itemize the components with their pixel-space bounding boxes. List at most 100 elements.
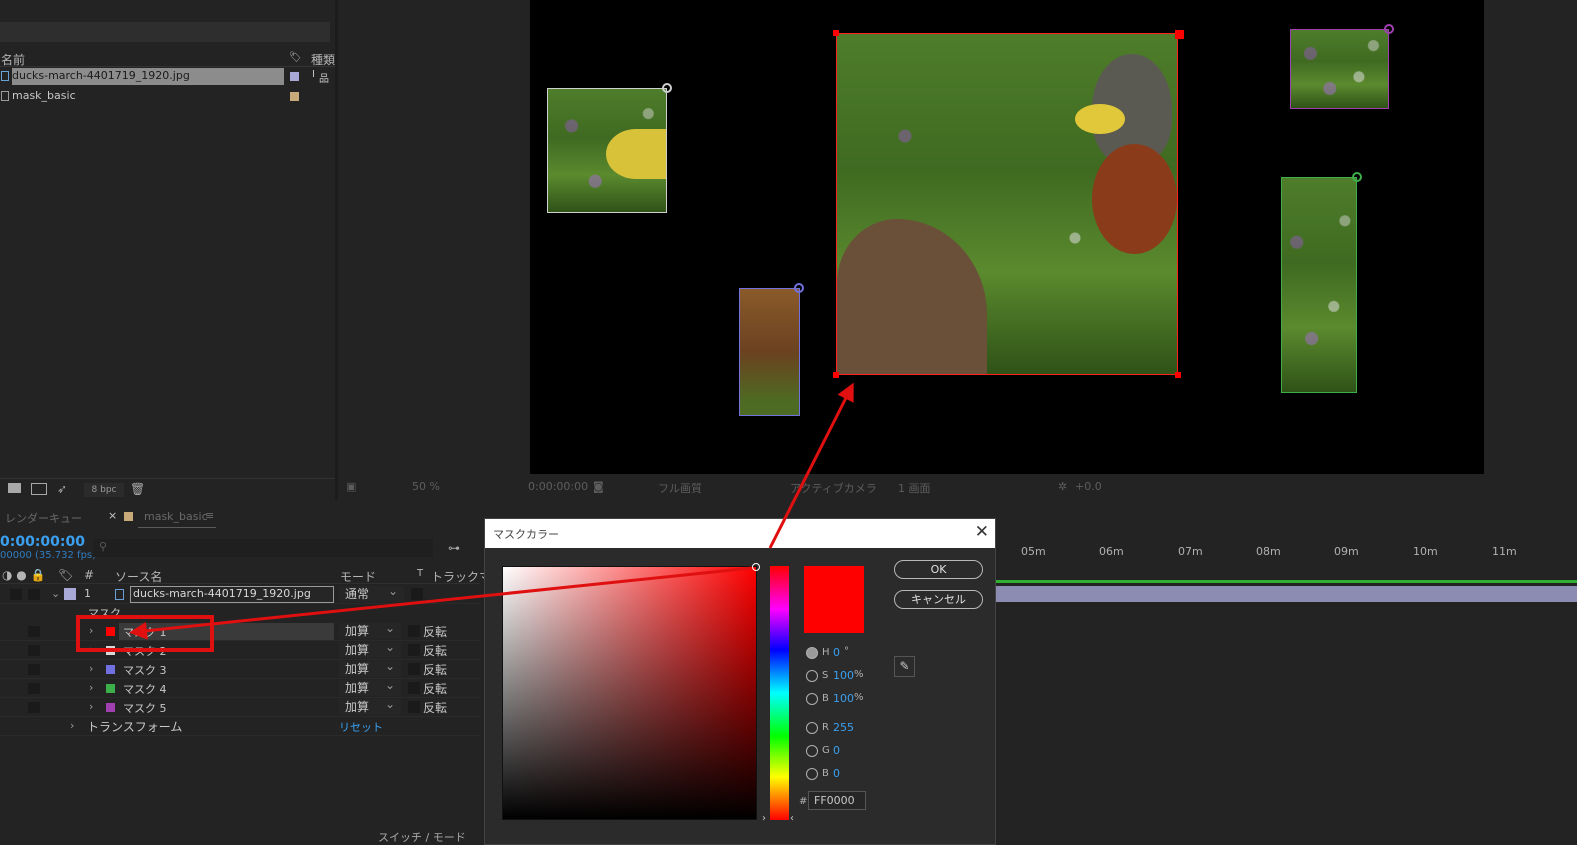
green-radio[interactable] <box>806 745 818 757</box>
new-folder-icon[interactable] <box>8 483 21 493</box>
mask-color-swatch[interactable] <box>106 684 115 693</box>
blue-value[interactable]: 0 <box>833 767 840 780</box>
hue-slider[interactable] <box>770 566 789 820</box>
tab-render-queue[interactable]: レンダーキュー <box>5 510 82 526</box>
video-switch[interactable] <box>10 589 22 600</box>
mask-vertex[interactable] <box>662 83 672 93</box>
timeline-search-field[interactable]: ⚲ <box>93 539 433 557</box>
eyedropper-icon[interactable]: ✎ <box>894 656 915 677</box>
saturation-brightness-field[interactable] <box>502 563 760 820</box>
mask-vertex[interactable] <box>833 30 839 36</box>
mask-lock-switch[interactable] <box>28 626 40 637</box>
green-field[interactable]: G 0 <box>806 743 896 759</box>
name-column-header[interactable]: 名前 <box>1 51 25 68</box>
mask-lock-switch[interactable] <box>28 664 40 675</box>
mask-row-2[interactable]: › マスク 2 加算 反転 <box>0 639 480 660</box>
trash-icon[interactable]: 🗑 <box>130 482 145 496</box>
invert-checkbox[interactable] <box>408 644 420 656</box>
track-matte-checkbox[interactable] <box>411 588 423 600</box>
bit-depth-button[interactable]: 8 bpc <box>84 483 124 497</box>
mask-vertex[interactable] <box>1384 24 1394 34</box>
expand-icon[interactable]: › <box>89 681 93 694</box>
snapshot-icon[interactable]: ◙ <box>593 480 604 493</box>
saturation-radio[interactable] <box>806 670 818 682</box>
invert-checkbox[interactable] <box>408 625 420 637</box>
flowchart-icon[interactable]: ➶ <box>57 482 67 496</box>
ok-button[interactable]: OK <box>894 560 983 579</box>
view-layout-select[interactable]: 1 画面 <box>898 480 931 496</box>
hue-field[interactable]: H 0 ° <box>806 645 896 661</box>
cancel-button[interactable]: キャンセル <box>894 590 983 609</box>
hue-slider-left-handle[interactable]: › <box>762 813 766 824</box>
mask-mode-select[interactable]: 加算 <box>339 639 401 658</box>
mask-2-region[interactable] <box>547 88 667 213</box>
project-item[interactable]: ducks-march-4401719_1920.jpg I 品 <box>0 67 335 86</box>
time-ruler[interactable]: 05m 06m 07m 08m 09m 10m 11m <box>995 543 1577 563</box>
mask-3-region[interactable] <box>739 288 800 416</box>
current-timecode[interactable]: 0:00:00:00 <box>0 534 85 550</box>
layer-mode-select[interactable]: 通常 <box>339 583 404 602</box>
label-tag-icon[interactable]: 🏷 <box>289 52 302 63</box>
layer-color-swatch[interactable] <box>64 588 76 600</box>
brightness-value[interactable]: 100 <box>833 692 854 705</box>
mask-row-4[interactable]: › マスク 4 加算 反転 <box>0 677 480 698</box>
label-color-swatch[interactable] <box>290 92 299 101</box>
mask-mode-select[interactable]: 加算 <box>339 677 401 696</box>
hue-radio[interactable] <box>806 647 818 659</box>
new-composition-icon[interactable] <box>31 483 47 495</box>
layer-source-name[interactable]: ducks-march-4401719_1920.jpg <box>133 587 311 600</box>
mask-lock-switch[interactable] <box>28 645 40 656</box>
invert-checkbox[interactable] <box>408 663 420 675</box>
tab-menu-icon[interactable]: ≡ <box>205 509 214 522</box>
green-value[interactable]: 0 <box>833 744 840 757</box>
transform-label[interactable]: トランスフォーム <box>87 718 182 735</box>
exposure-icon[interactable]: ✲ <box>1058 480 1067 493</box>
mask-mode-select[interactable]: 加算 <box>339 620 401 639</box>
mask-lock-switch[interactable] <box>28 683 40 694</box>
mask-5-region[interactable] <box>1290 29 1389 109</box>
layer-duration-bar[interactable] <box>995 586 1577 602</box>
mask-name[interactable]: マスク 4 <box>123 681 167 697</box>
mask-row-3[interactable]: › マスク 3 加算 反転 <box>0 658 480 679</box>
switches-modes-toggle[interactable]: スイッチ / モード <box>378 829 466 845</box>
comp-flowchart-icon[interactable]: ⊶ <box>448 541 460 555</box>
lock-switch[interactable] <box>28 589 40 600</box>
mask-row-1[interactable]: › マスク 1 加算 反転 <box>0 620 480 641</box>
hex-color-input[interactable]: FF0000 <box>808 791 866 810</box>
transform-row[interactable]: › トランスフォーム リセット <box>0 717 480 736</box>
mask-vertex[interactable] <box>794 283 804 293</box>
mask-vertex[interactable] <box>1352 172 1362 182</box>
source-name-column-header[interactable]: ソース名 <box>115 568 162 585</box>
tab-mask-basic[interactable]: mask_basic <box>144 510 208 523</box>
mask-lock-switch[interactable] <box>28 702 40 713</box>
exposure-value[interactable]: +0.0 <box>1075 480 1102 493</box>
timecode-button[interactable]: 0:00:00:00 <box>528 480 588 493</box>
expand-icon[interactable]: › <box>70 719 74 732</box>
blue-field[interactable]: B 0 <box>806 766 896 782</box>
always-preview-icon[interactable]: ▣ <box>346 480 356 493</box>
resolution-select[interactable]: フル画質 <box>658 480 702 496</box>
mask-mode-select[interactable]: 加算 <box>339 658 401 677</box>
hue-slider-right-handle[interactable]: ‹ <box>790 813 794 824</box>
type-column-header[interactable]: 種類 <box>311 51 335 68</box>
invert-checkbox[interactable] <box>408 701 420 713</box>
mask-mode-select[interactable]: 加算 <box>339 696 401 715</box>
blue-radio[interactable] <box>806 768 818 780</box>
mask-row-5[interactable]: › マスク 5 加算 反転 <box>0 696 480 717</box>
composition-canvas[interactable] <box>530 0 1484 474</box>
hue-value[interactable]: 0 <box>833 646 840 659</box>
mask-name[interactable]: マスク 5 <box>123 700 167 716</box>
tab-close-icon[interactable]: × <box>108 509 117 522</box>
saturation-field[interactable]: S 100 % <box>806 668 896 684</box>
mask-4-region[interactable] <box>1281 177 1357 393</box>
camera-select[interactable]: アクティブカメラ <box>790 480 877 496</box>
red-value[interactable]: 255 <box>833 721 854 734</box>
mask-color-swatch[interactable] <box>106 665 115 674</box>
red-field[interactable]: R 255 <box>806 720 896 736</box>
mask-color-swatch[interactable] <box>106 703 115 712</box>
mask-name[interactable]: マスク 3 <box>123 662 167 678</box>
mask-vertex[interactable] <box>833 372 839 378</box>
layer-row[interactable]: ⌄ 1 ducks-march-4401719_1920.jpg 通常 <box>0 583 480 604</box>
project-search-field[interactable] <box>0 22 330 42</box>
color-picker-cursor[interactable] <box>752 563 760 571</box>
